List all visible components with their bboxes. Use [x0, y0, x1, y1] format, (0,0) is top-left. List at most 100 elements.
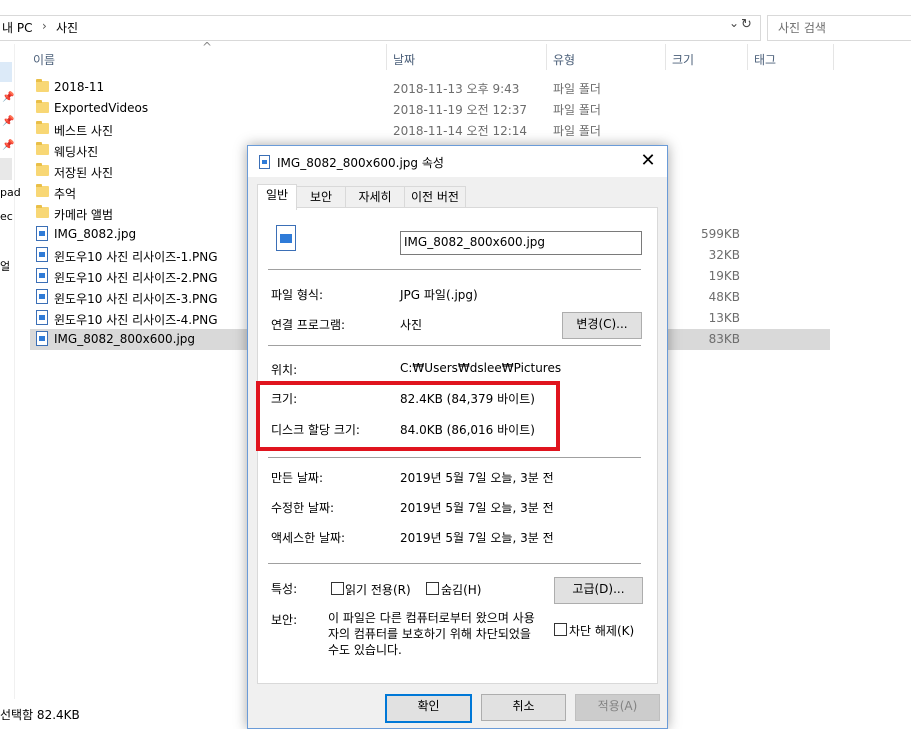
accessed-label: 액세스한 날짜: — [271, 531, 346, 545]
modified-label: 수정한 날짜: — [271, 501, 335, 515]
folder-icon — [36, 100, 49, 113]
file-name: 웨딩사진 — [54, 145, 99, 159]
pin-icon: 📌 — [2, 92, 15, 103]
filename-value: IMG_8082_800x600.jpg — [404, 235, 546, 249]
hidden-label[interactable]: 숨김(H) — [441, 581, 481, 598]
chevron-right-icon: › — [42, 19, 47, 33]
address-bar[interactable] — [0, 15, 761, 41]
change-button[interactable]: 변경(C)... — [562, 312, 642, 339]
security-message: 이 파일은 다른 컴퓨터로부터 왔으며 사용자의 컴퓨터를 보호하기 위해 차단… — [328, 611, 535, 657]
column-header-tags[interactable]: 태그 — [754, 51, 776, 68]
size-highlight-box — [256, 381, 560, 451]
image-file-icon — [36, 289, 48, 304]
file-date: 2018-11-13 오후 9:43 — [393, 82, 520, 96]
search-placeholder: 사진 검색 — [778, 21, 826, 35]
file-size: 83KB — [708, 332, 740, 346]
folder-icon — [36, 163, 49, 176]
attributes-label: 특성: — [271, 582, 298, 596]
file-row[interactable]: ExportedVideos 2018-11-19 오전 12:37 파일 폴더 — [30, 98, 830, 119]
modified-value: 2019년 5월 7일 오늘, 3분 전 — [400, 501, 554, 515]
file-type: 파일 폴더 — [553, 103, 601, 117]
nav-item-label[interactable]: 얼 — [0, 258, 10, 274]
file-name: 저장된 사진 — [54, 166, 114, 180]
image-file-icon — [276, 225, 296, 251]
file-size: 32KB — [708, 248, 740, 262]
tab-previous-versions[interactable]: 이전 버전 — [404, 186, 466, 208]
folder-icon — [36, 121, 49, 134]
security-label: 보안: — [271, 613, 298, 627]
column-header-size[interactable]: 크기 — [672, 51, 694, 68]
pin-icon: 📌 — [2, 140, 15, 151]
image-file-icon — [36, 268, 48, 283]
cancel-button[interactable]: 취소 — [481, 694, 566, 721]
image-file-icon — [36, 226, 48, 241]
tab-general[interactable]: 일반 — [257, 184, 297, 210]
file-name: 윈도우10 사진 리사이즈-3.PNG — [54, 292, 218, 306]
file-name: 카메라 앨범 — [54, 208, 114, 222]
unblock-checkbox[interactable] — [554, 623, 567, 636]
file-type: 파일 폴더 — [553, 82, 601, 96]
breadcrumb-this-pc[interactable]: 내 PC — [2, 19, 32, 36]
breadcrumb-pictures[interactable]: 사진 — [56, 19, 78, 36]
image-file-icon — [36, 247, 48, 262]
refresh-icon[interactable]: ↻ — [741, 17, 752, 32]
column-header-date[interactable]: 날짜 — [393, 51, 415, 68]
file-size: 48KB — [708, 290, 740, 304]
file-type-value: JPG 파일(.jpg) — [400, 288, 478, 302]
nav-selected-item[interactable] — [0, 62, 12, 82]
accessed-value: 2019년 5월 7일 오늘, 3분 전 — [400, 531, 554, 545]
file-type: 파일 폴더 — [553, 124, 601, 138]
opens-with-value: 사진 — [400, 318, 423, 332]
status-bar-text: 선택함 82.4KB — [0, 708, 80, 722]
pin-icon: 📌 — [2, 116, 15, 127]
column-header-type[interactable]: 유형 — [553, 51, 575, 68]
readonly-checkbox[interactable] — [331, 582, 344, 595]
file-date: 2018-11-19 오전 12:37 — [393, 103, 528, 117]
folder-icon — [36, 79, 49, 92]
file-name: IMG_8082.jpg — [54, 227, 137, 241]
file-type-label: 파일 형식: — [271, 288, 324, 302]
file-name: 2018-11 — [54, 80, 105, 94]
nav-item-label[interactable]: pad — [0, 186, 21, 199]
tab-security[interactable]: 보안 — [296, 186, 346, 208]
location-label: 위치: — [271, 363, 298, 377]
ok-button[interactable]: 확인 — [385, 694, 472, 723]
file-size: 599KB — [700, 227, 740, 241]
image-file-icon — [36, 331, 48, 346]
file-name: 윈도우10 사진 리사이즈-1.PNG — [54, 250, 218, 264]
file-row[interactable]: 베스트 사진 2018-11-14 오전 12:14 파일 폴더 — [30, 119, 830, 140]
tab-details[interactable]: 자세히 — [345, 186, 405, 208]
created-label: 만든 날짜: — [271, 471, 324, 485]
file-name: ExportedVideos — [54, 101, 149, 115]
folder-icon — [36, 184, 49, 197]
file-size: 13KB — [708, 311, 740, 325]
chevron-down-icon[interactable]: ⌄ — [729, 16, 739, 30]
image-file-icon — [259, 155, 270, 169]
file-name: 추억 — [54, 187, 77, 201]
location-value: C:₩Users₩dslee₩Pictures — [400, 361, 562, 375]
unblock-label[interactable]: 차단 해제(K) — [569, 622, 634, 639]
close-icon[interactable]: ✕ — [635, 150, 661, 172]
file-name: 윈도우10 사진 리사이즈-4.PNG — [54, 313, 218, 327]
dialog-title: IMG_8082_800x600.jpg 속성 — [277, 156, 444, 170]
folder-icon — [36, 205, 49, 218]
readonly-label[interactable]: 읽기 전용(R) — [345, 581, 411, 598]
sort-ascending-icon: ^ — [202, 40, 213, 54]
file-name: IMG_8082_800x600.jpg — [54, 332, 196, 346]
file-date: 2018-11-14 오전 12:14 — [393, 124, 528, 138]
nav-hover-item[interactable] — [0, 158, 12, 180]
folder-icon — [36, 142, 49, 155]
hidden-checkbox[interactable] — [426, 582, 439, 595]
advanced-button[interactable]: 고급(D)... — [554, 577, 643, 604]
created-value: 2019년 5월 7일 오늘, 3분 전 — [400, 471, 554, 485]
filename-input[interactable]: IMG_8082_800x600.jpg — [400, 231, 642, 255]
opens-with-label: 연결 프로그램: — [271, 318, 346, 332]
nav-item-label[interactable]: ec — [0, 210, 13, 223]
file-row[interactable]: 2018-11 2018-11-13 오후 9:43 파일 폴더 — [30, 77, 830, 98]
dialog-titlebar[interactable]: IMG_8082_800x600.jpg 속성 ✕ — [248, 146, 667, 177]
column-header-name[interactable]: 이름 — [33, 51, 55, 68]
file-name: 베스트 사진 — [54, 124, 114, 138]
apply-button[interactable]: 적용(A) — [575, 694, 660, 721]
file-size: 19KB — [708, 269, 740, 283]
image-file-icon — [36, 310, 48, 325]
